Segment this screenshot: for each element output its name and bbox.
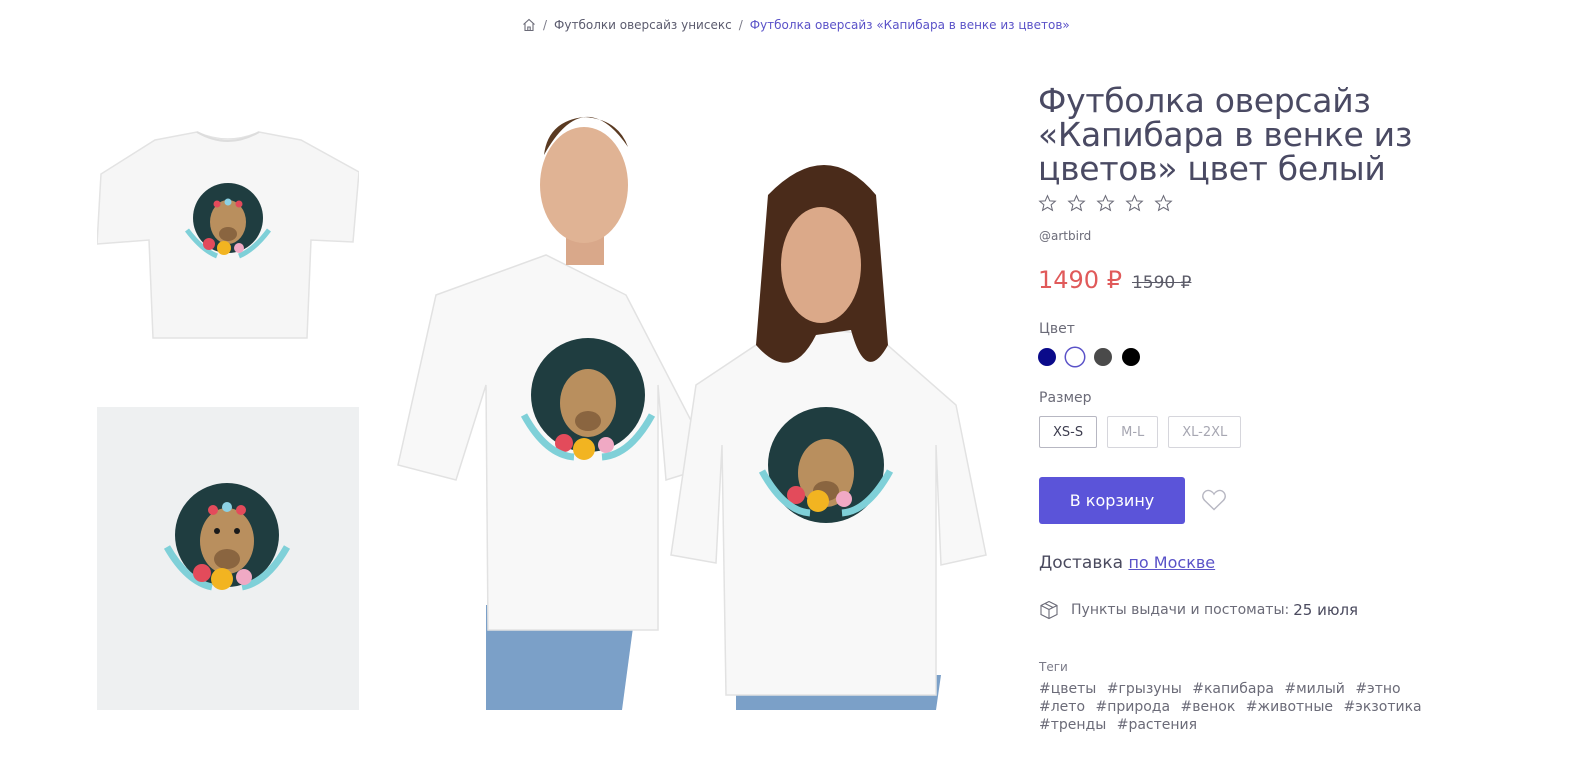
tag-link[interactable]: #растения bbox=[1117, 716, 1197, 734]
size-option-xl-2xl[interactable]: XL-2XL bbox=[1168, 416, 1242, 448]
star-icon[interactable] bbox=[1067, 194, 1086, 213]
tag-link[interactable]: #венок bbox=[1181, 698, 1236, 716]
tag-link[interactable]: #цветы bbox=[1039, 680, 1096, 698]
product-main-photo[interactable] bbox=[396, 85, 988, 710]
home-icon[interactable] bbox=[522, 18, 536, 32]
breadcrumb-separator: / bbox=[543, 18, 548, 32]
old-price: 1590 ₽ bbox=[1131, 273, 1192, 293]
tag-link[interactable]: #этно bbox=[1355, 680, 1400, 698]
color-swatch-white[interactable] bbox=[1066, 348, 1084, 366]
pickup-date: 25 июля bbox=[1293, 601, 1359, 619]
star-icon[interactable] bbox=[1125, 194, 1144, 213]
product-thumbnail-2[interactable] bbox=[97, 407, 359, 710]
breadcrumb-current: Футболка оверсайз «Капибара в венке из ц… bbox=[749, 18, 1070, 32]
color-swatch-black[interactable] bbox=[1122, 348, 1140, 366]
size-options: XS-S M-L XL-2XL bbox=[1039, 416, 1242, 448]
star-icon[interactable] bbox=[1096, 194, 1115, 213]
pickup-info: Пункты выдачи и постоматы: 25 июля bbox=[1039, 600, 1358, 620]
tag-link[interactable]: #милый bbox=[1284, 680, 1345, 698]
breadcrumb: / Футболки оверсайз унисекс / Футболка о… bbox=[522, 18, 1070, 32]
breadcrumb-separator: / bbox=[738, 18, 743, 32]
box-icon bbox=[1040, 600, 1058, 620]
size-option-m-l[interactable]: M-L bbox=[1107, 416, 1159, 448]
current-price: 1490 ₽ bbox=[1038, 266, 1122, 294]
author-link[interactable]: @artbird bbox=[1039, 229, 1091, 243]
tag-link[interactable]: #лето bbox=[1039, 698, 1085, 716]
add-to-cart-button[interactable]: В корзину bbox=[1039, 477, 1185, 524]
color-swatch-navy[interactable] bbox=[1038, 348, 1056, 366]
tags-list: #цветы #грызуны #капибара #милый #этно #… bbox=[1039, 680, 1439, 734]
delivery-city-link[interactable]: по Москве bbox=[1128, 553, 1215, 572]
product-title: Футболка оверсайз «Капибара в венке из ц… bbox=[1038, 81, 1413, 188]
tag-link[interactable]: #экзотика bbox=[1343, 698, 1421, 716]
print-closeup-image bbox=[97, 407, 359, 710]
size-option-xs-s[interactable]: XS-S bbox=[1039, 416, 1098, 448]
delivery-label: Доставка bbox=[1039, 553, 1124, 573]
tags-label: Теги bbox=[1039, 660, 1068, 674]
star-icon[interactable] bbox=[1038, 194, 1057, 213]
tag-link[interactable]: #тренды bbox=[1039, 716, 1106, 734]
models-wearing-tshirt-image bbox=[396, 85, 988, 710]
tag-link[interactable]: #природа bbox=[1095, 698, 1170, 716]
color-swatches bbox=[1038, 348, 1140, 366]
delivery-info: Доставка по Москве bbox=[1039, 553, 1215, 573]
price-block: 1490 ₽ 1590 ₽ bbox=[1038, 266, 1191, 294]
star-icon[interactable] bbox=[1154, 194, 1173, 213]
size-label: Размер bbox=[1039, 390, 1092, 406]
product-thumbnail-1[interactable] bbox=[97, 110, 359, 372]
tshirt-flat-image bbox=[97, 131, 359, 339]
heart-icon[interactable] bbox=[1201, 488, 1227, 512]
color-label: Цвет bbox=[1039, 321, 1075, 337]
rating-stars[interactable] bbox=[1038, 194, 1173, 213]
breadcrumb-link-category[interactable]: Футболки оверсайз унисекс bbox=[554, 18, 732, 32]
tag-link[interactable]: #капибара bbox=[1192, 680, 1274, 698]
tag-link[interactable]: #животные bbox=[1246, 698, 1333, 716]
pickup-label: Пункты выдачи и постоматы: bbox=[1071, 602, 1290, 618]
tag-link[interactable]: #грызуны bbox=[1107, 680, 1182, 698]
color-swatch-gray[interactable] bbox=[1094, 348, 1112, 366]
